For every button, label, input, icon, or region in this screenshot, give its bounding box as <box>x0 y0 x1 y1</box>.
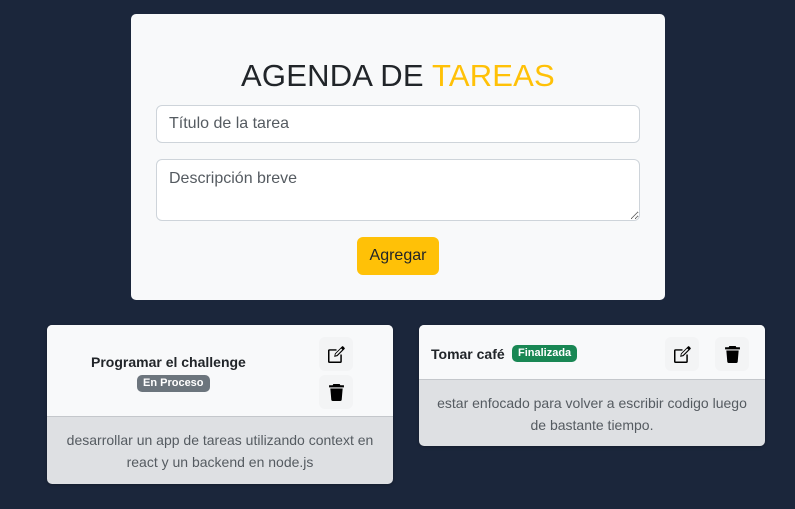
add-task-button[interactable]: Agregar <box>357 237 439 275</box>
edit-task-button[interactable] <box>665 337 699 371</box>
task-description: estar enfocado para volver a escribir co… <box>437 395 747 433</box>
title-main: AGENDA DE <box>241 58 424 93</box>
task-card-header: Tomar café Finalizada <box>419 325 765 380</box>
title-accent: TAREAS <box>432 58 555 93</box>
delete-task-button[interactable] <box>319 375 353 409</box>
trash-icon <box>328 383 344 401</box>
task-title-input[interactable] <box>156 105 640 143</box>
edit-icon <box>327 345 345 363</box>
task-card: Tomar café Finalizada estar enfocado par… <box>419 325 765 446</box>
task-name: Programar el challenge <box>91 354 246 370</box>
status-badge: Finalizada <box>512 345 578 362</box>
delete-task-button[interactable] <box>715 337 749 371</box>
edit-task-button[interactable] <box>319 337 353 371</box>
task-card: Programar el challenge En Proceso desarr… <box>47 325 393 484</box>
task-form-card: AGENDA DE TAREAS Agregar <box>131 14 665 300</box>
task-description: desarrollar un app de tareas utilizando … <box>66 432 374 470</box>
trash-icon <box>724 345 740 363</box>
task-description-input[interactable] <box>156 159 640 221</box>
task-name: Tomar café <box>431 346 505 362</box>
edit-icon <box>673 345 691 363</box>
page-title: AGENDA DE TAREAS <box>131 58 665 94</box>
task-card-header: Programar el challenge En Proceso <box>47 325 393 417</box>
status-badge: En Proceso <box>137 375 210 392</box>
